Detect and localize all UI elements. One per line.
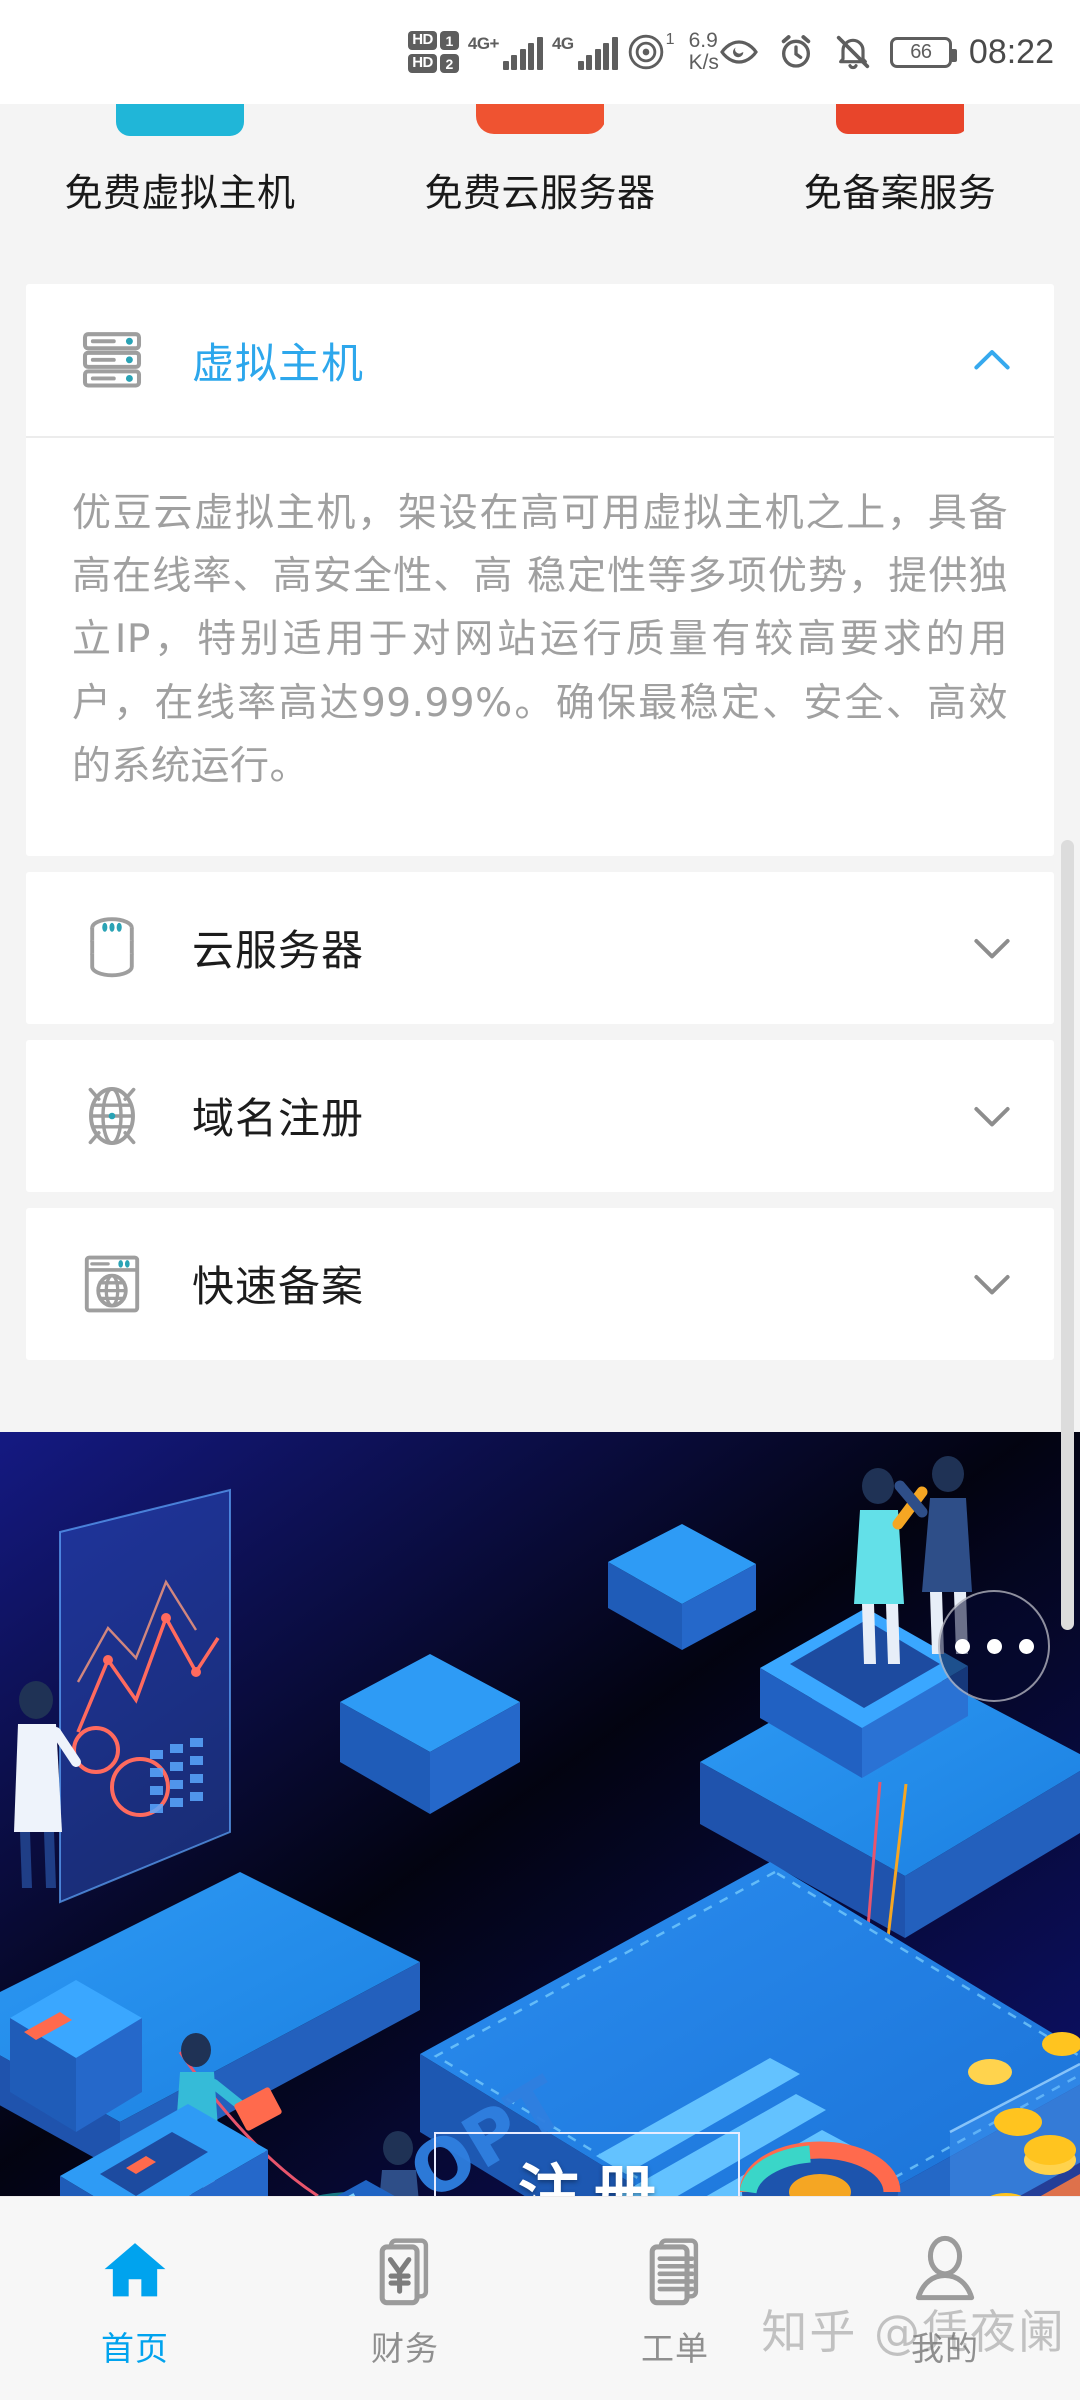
home-icon	[96, 2232, 174, 2310]
accordion-item-fast-filing: 快速备案	[26, 1207, 1054, 1360]
accordion-title: 快速备案	[192, 1262, 365, 1312]
hotspot-icon	[628, 34, 663, 70]
tab-label: 财务	[371, 2328, 439, 2368]
feature-label: 免费云服务器	[424, 171, 656, 215]
hero-banner[interactable]: OPT	[0, 1432, 1080, 2196]
free-cloud-server-icon	[476, 104, 604, 136]
feature-shortcut-free-virtual-host[interactable]: 免费虚拟主机	[0, 104, 360, 282]
feature-shortcuts-row: 免费虚拟主机 免费云服务器 免备案服务	[0, 104, 1080, 282]
app-screen: HD 1 HD 2 4G+ 4G 1 6.9 K/s 66 08:22 免费虚拟…	[0, 0, 1080, 2400]
hotspot-count: 1	[665, 31, 675, 48]
ticket-icon	[636, 2232, 714, 2310]
data-rate-indicator: 6.9 K/s	[688, 28, 719, 74]
status-bar: HD 1 HD 2 4G+ 4G 1 6.9 K/s 66 08:22	[0, 0, 1080, 104]
chevron-up-icon[interactable]	[964, 332, 1020, 388]
more-dots-icon[interactable]	[938, 1590, 1050, 1702]
sim2-number: 2	[439, 54, 459, 73]
tab-profile[interactable]: 我的	[810, 2197, 1080, 2400]
hotspot-group: 1	[627, 31, 675, 71]
chevron-down-icon[interactable]	[964, 1256, 1020, 1312]
vertical-scrollbar[interactable]	[1061, 840, 1074, 1630]
database-cylinder-icon	[74, 910, 150, 986]
network-type-sim2: 4G	[551, 34, 574, 53]
tab-ticket[interactable]: 工单	[540, 2197, 810, 2400]
sim1-number: 1	[439, 31, 459, 50]
accordion-item-domain-registration: 域名注册	[26, 1039, 1054, 1192]
network-type-sim1: 4G+	[467, 34, 500, 53]
accordion-header-virtual-host[interactable]: 虚拟主机	[26, 284, 1054, 436]
signal-sim2: 4G	[552, 34, 618, 70]
globe-icon	[74, 1078, 150, 1154]
accordion-description: 优豆云虚拟主机，架设在高可用虚拟主机之上，具备高在线率、高安全性、高 稳定性等多…	[72, 491, 1008, 789]
hd-badge-sim2: HD	[408, 54, 437, 73]
status-bar-clock: 08:22	[968, 32, 1054, 71]
hd-badge-sim1: HD	[408, 31, 437, 50]
signal-sim1: 4G+	[468, 34, 543, 70]
feature-label: 免备案服务	[803, 171, 997, 215]
tab-label: 首页	[101, 2328, 169, 2368]
data-rate-value: 6.9	[688, 28, 718, 52]
bell-muted-icon	[836, 35, 870, 70]
chevron-down-icon[interactable]	[964, 1088, 1020, 1144]
eye-care-icon	[720, 40, 758, 64]
accordion-header-cloud-server[interactable]: 云服务器	[26, 872, 1054, 1024]
accordion-title: 虚拟主机	[192, 338, 365, 388]
accordion-body-virtual-host: 优豆云虚拟主机，架设在高可用虚拟主机之上，具备高在线率、高安全性、高 稳定性等多…	[26, 438, 1054, 856]
server-rack-icon	[74, 322, 150, 398]
alarm-clock-icon	[781, 35, 811, 68]
profile-icon	[906, 2232, 984, 2310]
bottom-tab-bar: 首页 财务 工单 我的	[0, 2196, 1080, 2400]
accordion-item-virtual-host: 虚拟主机 优豆云虚拟主机，架设在高可用虚拟主机之上，具备高在线率、高安全性、高 …	[26, 284, 1054, 856]
feature-shortcut-no-filing-service[interactable]: 免备案服务	[720, 104, 1080, 282]
feature-label: 免费虚拟主机	[64, 171, 296, 215]
free-virtual-host-icon	[116, 104, 244, 136]
battery-icon: 66	[889, 36, 957, 68]
accordion-header-fast-filing[interactable]: 快速备案	[26, 1208, 1054, 1360]
no-filing-service-icon	[836, 104, 964, 136]
signal-bars-sim1-icon	[502, 37, 543, 70]
accordion-title: 云服务器	[192, 926, 365, 976]
status-bar-indicators: HD 1 HD 2 4G+ 4G 1 6.9 K/s	[408, 28, 719, 74]
data-rate-unit: K/s	[688, 51, 719, 74]
volte-hd-group: HD 1 HD 2	[408, 31, 459, 73]
tab-label: 我的	[911, 2328, 979, 2368]
volte-hd-sim2-row: HD 2	[408, 54, 459, 73]
battery-percent: 66	[910, 40, 932, 63]
chevron-down-icon[interactable]	[964, 920, 1020, 976]
volte-hd-sim1-row: HD 1	[408, 31, 459, 50]
feature-shortcut-free-cloud-server[interactable]: 免费云服务器	[360, 104, 720, 282]
signal-bars-sim2-icon	[577, 37, 618, 70]
tab-finance[interactable]: 财务	[270, 2197, 540, 2400]
finance-icon	[366, 2232, 444, 2310]
accordion-header-domain-registration[interactable]: 域名注册	[26, 1040, 1054, 1192]
hero-illustration: OPT	[0, 1432, 1080, 2196]
accordion-item-cloud-server: 云服务器	[26, 871, 1054, 1024]
tab-label: 工单	[641, 2328, 709, 2368]
status-bar-right: 66 08:22	[719, 32, 1080, 72]
accordion-title: 域名注册	[192, 1094, 365, 1144]
tab-home[interactable]: 首页	[0, 2197, 270, 2400]
browser-globe-icon	[74, 1246, 150, 1322]
